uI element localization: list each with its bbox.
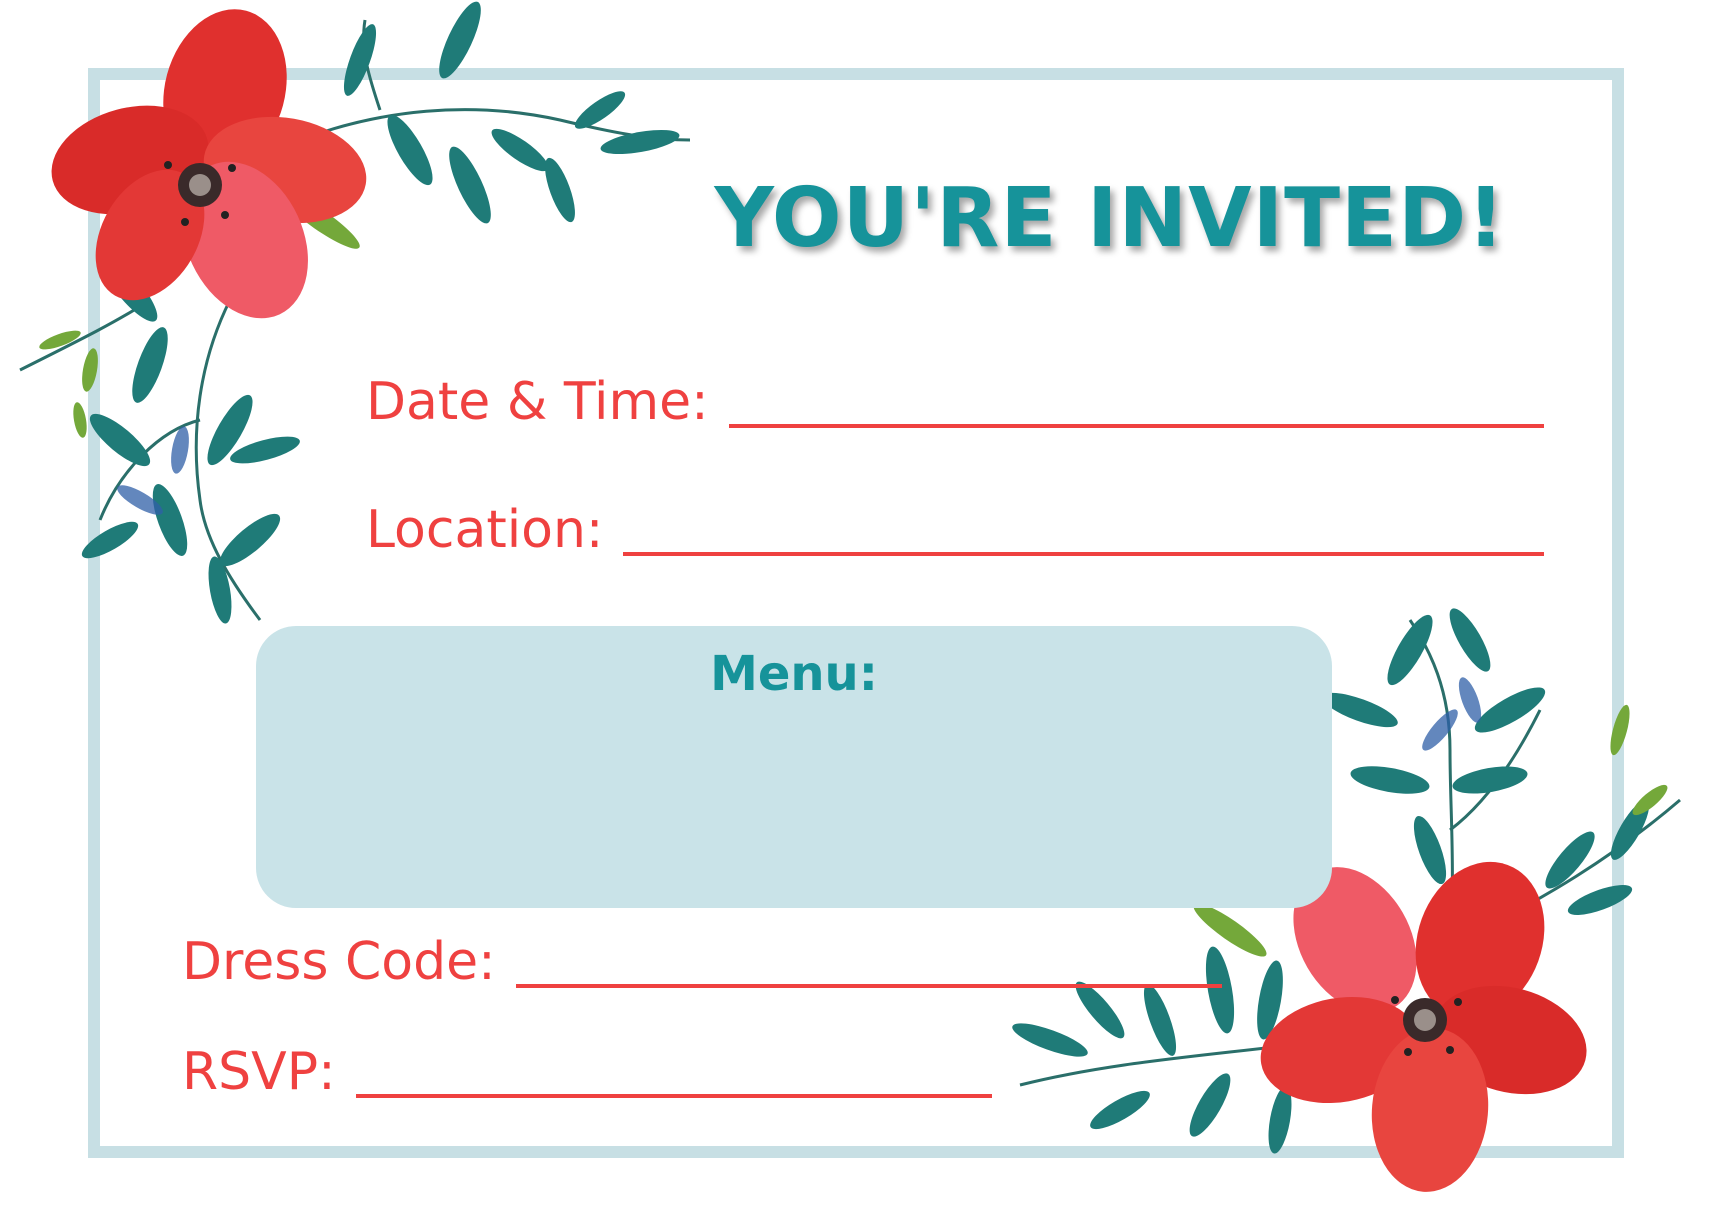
invitation-card: YOU'RE INVITED! Date & Time: Location: M… (0, 0, 1710, 1205)
dress-code-label: Dress Code: (182, 932, 496, 992)
location-field: Location: (366, 490, 1544, 560)
rsvp-field: RSVP: (182, 1032, 992, 1102)
menu-box: Menu: (256, 626, 1332, 908)
date-time-field: Date & Time: (366, 362, 1544, 432)
dress-code-blank-line (515, 984, 1222, 988)
red-flower-icon (51, 9, 367, 319)
invitation-title: YOU'RE INVITED! (714, 171, 1506, 266)
menu-title: Menu: (710, 646, 878, 702)
rsvp-label: RSVP: (182, 1042, 336, 1102)
date-time-label: Date & Time: (366, 372, 709, 432)
location-blank-line (623, 552, 1544, 556)
dress-code-field: Dress Code: (182, 922, 1222, 992)
rsvp-blank-line (355, 1094, 992, 1098)
location-label: Location: (366, 500, 604, 560)
date-time-blank-line (728, 424, 1544, 428)
